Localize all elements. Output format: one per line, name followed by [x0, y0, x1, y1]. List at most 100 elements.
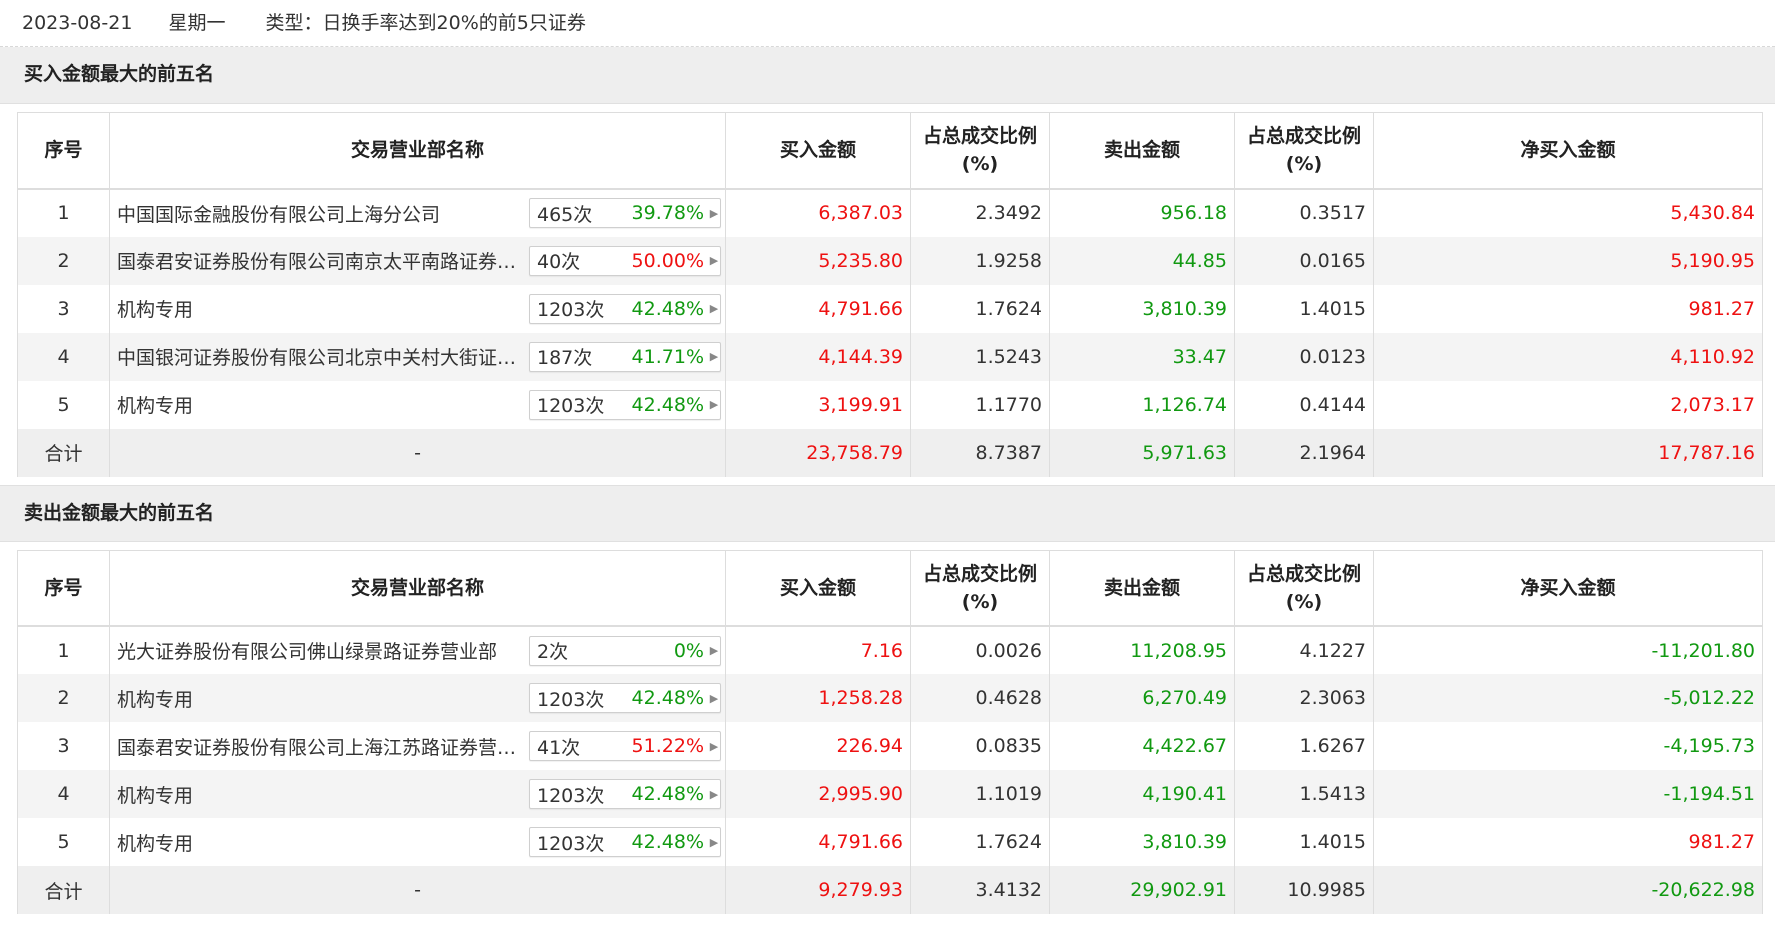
broker-name[interactable]: 光大证券股份有限公司佛山绿景路证券营业部: [117, 637, 497, 664]
broker-stats-badge[interactable]: 465次 39.78% ▶: [529, 198, 721, 228]
buy-amount: 4,144.39: [725, 332, 911, 381]
broker-stats-badge[interactable]: 1203次 42.48% ▶: [529, 389, 721, 420]
net-buy-amount: -11,201.80: [1373, 626, 1763, 674]
buy-ratio: 0.4628: [910, 674, 1050, 722]
broker-stats-badge[interactable]: 2次 0% ▶: [529, 635, 721, 666]
sell-amount: 3,810.39: [1049, 284, 1235, 333]
broker-stats-badge[interactable]: 1203次 42.48% ▶: [529, 683, 721, 713]
total-row: 合计 -9,279.93 3.4132 29,902.91 10.9985 -20,622…: [17, 866, 1763, 914]
col-header-buy-ratio: 占总成交比例(%): [910, 112, 1050, 190]
broker-name[interactable]: 中国银河证券股份有限公司北京中关村大街证券营业部: [117, 343, 529, 370]
broker-cell: 光大证券股份有限公司佛山绿景路证券营业部 2次 0% ▶: [109, 626, 726, 674]
buy-amount: 7.16: [725, 626, 911, 674]
broker-name[interactable]: 国泰君安证券股份有限公司南京太平南路证券营业部: [117, 247, 529, 274]
broker-name[interactable]: 中国国际金融股份有限公司上海分公司: [117, 200, 440, 227]
buy-ratio: 1.5243: [910, 332, 1050, 381]
sell-ratio: 1.6267: [1234, 722, 1374, 770]
buy-amount: 226.94: [725, 722, 911, 770]
total-buy-ratio: 8.7387: [910, 428, 1050, 477]
triangle-right-icon: ▶: [709, 302, 719, 315]
buy-ratio: 1.1770: [910, 380, 1050, 429]
row-index: 2: [17, 674, 110, 722]
triangle-right-icon: ▶: [709, 350, 719, 363]
net-buy-amount: 981.27: [1373, 818, 1763, 866]
broker-trade-count: 2次: [537, 641, 569, 663]
sell-ratio: 1.4015: [1234, 818, 1374, 866]
broker-trade-count: 1203次: [537, 784, 605, 807]
total-label: 合计: [17, 866, 110, 914]
sell-ratio: 2.3063: [1234, 674, 1374, 722]
broker-name[interactable]: 机构专用: [117, 829, 193, 856]
broker-stats-badge[interactable]: 1203次 42.48% ▶: [529, 293, 721, 324]
broker-stats-badge[interactable]: 187次 41.71% ▶: [529, 341, 721, 372]
col-header-sell-ratio: 占总成交比例(%): [1234, 112, 1374, 190]
sell-section-title: 卖出金额最大的前五名: [0, 484, 1775, 542]
buy-amount: 5,235.80: [725, 236, 911, 285]
sell-ratio: 0.4144: [1234, 380, 1374, 429]
broker-trade-count: 1203次: [537, 299, 605, 321]
broker-win-rate: 41.71%: [631, 345, 704, 368]
table-row: 3 国泰君安证券股份有限公司上海江苏路证券营业部 41次 51.22% ▶ 226.94 0…: [17, 722, 1763, 770]
broker-trade-count: 41次: [537, 736, 581, 759]
table-row: 4 机构专用 1203次 42.48% ▶ 2,995.90 1.1019 4,190.41 1…: [17, 770, 1763, 818]
row-index: 3: [17, 284, 110, 333]
broker-trade-count: 1203次: [537, 395, 605, 417]
broker-win-rate: 39.78%: [631, 202, 704, 224]
sell-top5-table: 序号 交易营业部名称 买入金额 占总成交比例(%) 卖出金额 占总成交比例(%)…: [17, 549, 1763, 914]
broker-win-rate: 50.00%: [631, 249, 704, 272]
broker-trade-count: 465次: [537, 203, 593, 226]
broker-trade-count: 187次: [537, 347, 593, 369]
broker-cell: 中国国际金融股份有限公司上海分公司 465次 39.78% ▶: [109, 188, 726, 237]
total-row: 合计 -23,758.79 8.7387 5,971.63 2.1964 17,787.1…: [17, 428, 1763, 477]
broker-stats-badge[interactable]: 41次 51.22% ▶: [529, 731, 721, 761]
net-buy-amount: -1,194.51: [1373, 770, 1763, 818]
col-header-net: 净买入金额: [1373, 549, 1763, 627]
table-row: 1 中国国际金融股份有限公司上海分公司 465次 39.78% ▶ 6,387.03 2.3…: [17, 188, 1763, 237]
table-row: 5 机构专用 1203次 42.48% ▶ 4,791.66 1.7624 3,810.39 1…: [17, 818, 1763, 866]
col-header-buy: 买入金额: [725, 112, 911, 190]
broker-win-rate: 42.48%: [631, 687, 704, 709]
broker-name[interactable]: 机构专用: [117, 781, 193, 808]
row-index: 5: [17, 818, 110, 866]
triangle-right-icon: ▶: [709, 254, 719, 267]
total-sell-amount: 29,902.91: [1049, 866, 1235, 914]
net-buy-amount: 5,430.84: [1373, 188, 1763, 237]
broker-stats-badge[interactable]: 1203次 42.48% ▶: [529, 827, 721, 857]
table-header-row: 序号 交易营业部名称 买入金额 占总成交比例(%) 卖出金额 占总成交比例(%)…: [17, 549, 1763, 627]
broker-trade-count: 1203次: [537, 688, 605, 711]
report-date: 2023-08-21: [22, 12, 133, 34]
net-buy-amount: -5,012.22: [1373, 674, 1763, 722]
net-buy-amount: 2,073.17: [1373, 380, 1763, 429]
table-row: 2 国泰君安证券股份有限公司南京太平南路证券营业部 40次 50.00% ▶ 5,235.…: [17, 236, 1763, 285]
buy-ratio: 1.9258: [910, 236, 1050, 285]
buy-ratio: 2.3492: [910, 188, 1050, 237]
broker-name[interactable]: 机构专用: [117, 685, 193, 712]
total-sell-ratio: 2.1964: [1234, 428, 1374, 477]
col-header-name: 交易营业部名称: [109, 112, 726, 190]
col-header-net: 净买入金额: [1373, 112, 1763, 190]
sell-ratio: 0.0123: [1234, 332, 1374, 381]
broker-win-rate: 0%: [673, 639, 704, 662]
broker-name[interactable]: 机构专用: [117, 295, 193, 322]
buy-ratio: 0.0835: [910, 722, 1050, 770]
net-buy-amount: 4,110.92: [1373, 332, 1763, 381]
broker-stats-badge[interactable]: 1203次 42.48% ▶: [529, 779, 721, 809]
sell-amount: 4,422.67: [1049, 722, 1235, 770]
broker-cell: 中国银河证券股份有限公司北京中关村大街证券营业部 187次 41.71% ▶: [109, 332, 726, 381]
broker-name[interactable]: 机构专用: [117, 391, 193, 418]
col-header-name: 交易营业部名称: [109, 549, 726, 627]
row-index: 1: [17, 188, 110, 237]
broker-name[interactable]: 国泰君安证券股份有限公司上海江苏路证券营业部: [117, 733, 529, 760]
total-sell-amount: 5,971.63: [1049, 428, 1235, 477]
buy-amount: 4,791.66: [725, 284, 911, 333]
total-buy-amount: 9,279.93: [725, 866, 911, 914]
broker-cell: 机构专用 1203次 42.48% ▶: [109, 380, 726, 429]
triangle-right-icon: ▶: [709, 787, 719, 801]
row-index: 4: [17, 332, 110, 381]
broker-trade-count: 40次: [537, 251, 581, 273]
col-header-idx: 序号: [17, 549, 110, 627]
broker-cell: 国泰君安证券股份有限公司南京太平南路证券营业部 40次 50.00% ▶: [109, 236, 726, 285]
net-buy-amount: 5,190.95: [1373, 236, 1763, 285]
broker-stats-badge[interactable]: 40次 50.00% ▶: [529, 245, 721, 276]
total-label: 合计: [17, 428, 110, 477]
